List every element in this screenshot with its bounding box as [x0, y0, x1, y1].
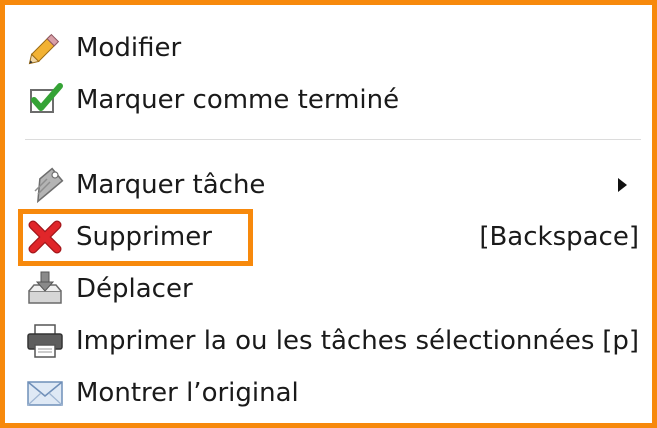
context-menu: Modifier Marquer comme terminé Marquer t… [0, 0, 657, 428]
menu-item-move[interactable]: Déplacer [15, 265, 643, 313]
menu-item-label: Marquer tâche [76, 170, 266, 200]
menu-item-modifier[interactable]: Modifier [15, 24, 643, 72]
menu-item-label: Marquer comme terminé [76, 85, 400, 115]
menu-separator [25, 139, 641, 140]
menu-item-tag-task[interactable]: Marquer tâche [15, 161, 643, 209]
menu-item-label: Modifier [76, 33, 182, 63]
checkbox-checked-icon [25, 80, 65, 120]
menu-item-label: Montrer l’original [76, 378, 299, 408]
pencil-icon [25, 28, 65, 68]
menu-item-show-original[interactable]: Montrer l’original [15, 369, 643, 417]
menu-item-print[interactable]: Imprimer la ou les tâches sélectionnées … [15, 317, 643, 365]
menu-item-shortcut: [Backspace] [479, 222, 639, 252]
menu-item-label: Déplacer [76, 274, 193, 304]
menu-item-mark-done[interactable]: Marquer comme terminé [15, 76, 643, 124]
tag-icon [25, 165, 65, 205]
menu-item-delete[interactable]: Supprimer [Backspace] [15, 213, 643, 261]
submenu-arrow-icon [618, 178, 627, 192]
menu-item-shortcut: [p] [602, 326, 639, 356]
menu-item-label: Supprimer [76, 222, 212, 252]
red-x-icon [25, 217, 65, 257]
envelope-icon [25, 373, 65, 413]
menu-item-label: Imprimer la ou les tâches sélectionnées [76, 326, 595, 356]
move-tray-icon [25, 269, 65, 309]
printer-icon [25, 321, 65, 361]
